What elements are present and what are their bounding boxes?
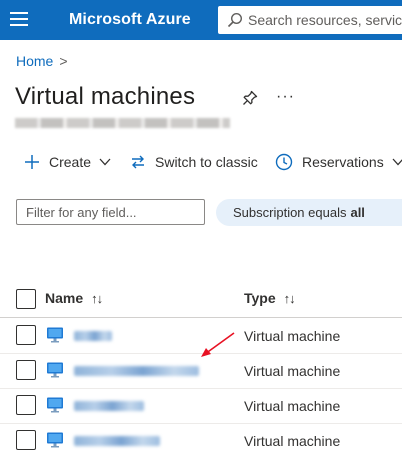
hamburger-icon[interactable] [10,12,28,26]
sort-icon: ↑↓ [283,290,296,306]
type-cell: Virtual machine [244,363,341,379]
chevron-down-icon [392,158,402,166]
pin-icon[interactable] [241,89,259,107]
reservations-label: Reservations [302,154,384,170]
virtual-machine-icon [47,432,63,448]
sort-icon: ↑↓ [91,290,103,306]
select-all-checkbox[interactable] [16,289,36,309]
type-cell: Virtual machine [244,328,341,344]
vm-name-link-redacted[interactable] [74,436,160,446]
clock-icon [275,153,293,171]
column-header-name[interactable]: Name ↑↓ [45,290,103,306]
subtitle-redacted [15,118,230,128]
column-name-label: Name [45,290,84,306]
table-header: Name ↑↓ Type ↑↓ [0,284,402,318]
subscription-filter-pill[interactable]: Subscription equals all [216,199,402,226]
global-search-input[interactable]: Search resources, services [218,6,402,34]
switch-arrows-icon [132,155,144,169]
search-placeholder: Search resources, services [248,12,402,28]
pill-value: all [350,205,365,220]
brand-title[interactable]: Microsoft Azure [69,11,191,29]
table-row[interactable]: Virtual machine [0,424,402,454]
red-annotation-arrow [201,332,235,357]
row-checkbox[interactable] [16,360,36,380]
vm-name-link-redacted[interactable] [74,401,144,411]
create-button[interactable]: Create [24,148,120,176]
pill-prefix: Subscription equals [233,205,347,220]
row-checkbox[interactable] [16,325,36,345]
virtual-machine-icon [47,362,63,378]
column-header-type[interactable]: Type ↑↓ [244,290,296,306]
virtual-machine-icon [47,327,63,343]
row-checkbox[interactable] [16,395,36,415]
search-icon [227,12,243,28]
virtual-machine-icon [47,397,63,413]
switch-label: Switch to classic [155,154,258,170]
breadcrumb-home-link[interactable]: Home [16,53,53,69]
more-options-icon[interactable]: ··· [276,88,295,106]
page-title: Virtual machines [15,83,196,110]
plus-icon [25,155,39,169]
vm-name-link-redacted[interactable] [74,331,112,341]
switch-to-classic-button[interactable]: Switch to classic [130,148,258,176]
row-checkbox[interactable] [16,430,36,450]
vm-name-link-redacted[interactable] [74,366,199,376]
breadcrumb-separator: > [59,53,68,69]
command-bar: Create Switch to classic Reservations [0,148,402,176]
chevron-down-icon [99,158,111,166]
filter-input[interactable] [16,199,205,225]
type-cell: Virtual machine [244,433,341,449]
create-label: Create [49,154,92,170]
reservations-button[interactable]: Reservations [275,148,402,176]
column-type-label: Type [244,290,276,306]
breadcrumb: Home > [16,53,68,69]
top-bar: Microsoft Azure Search resources, servic… [0,0,402,40]
table-row[interactable]: Virtual machine [0,389,402,424]
type-cell: Virtual machine [244,398,341,414]
